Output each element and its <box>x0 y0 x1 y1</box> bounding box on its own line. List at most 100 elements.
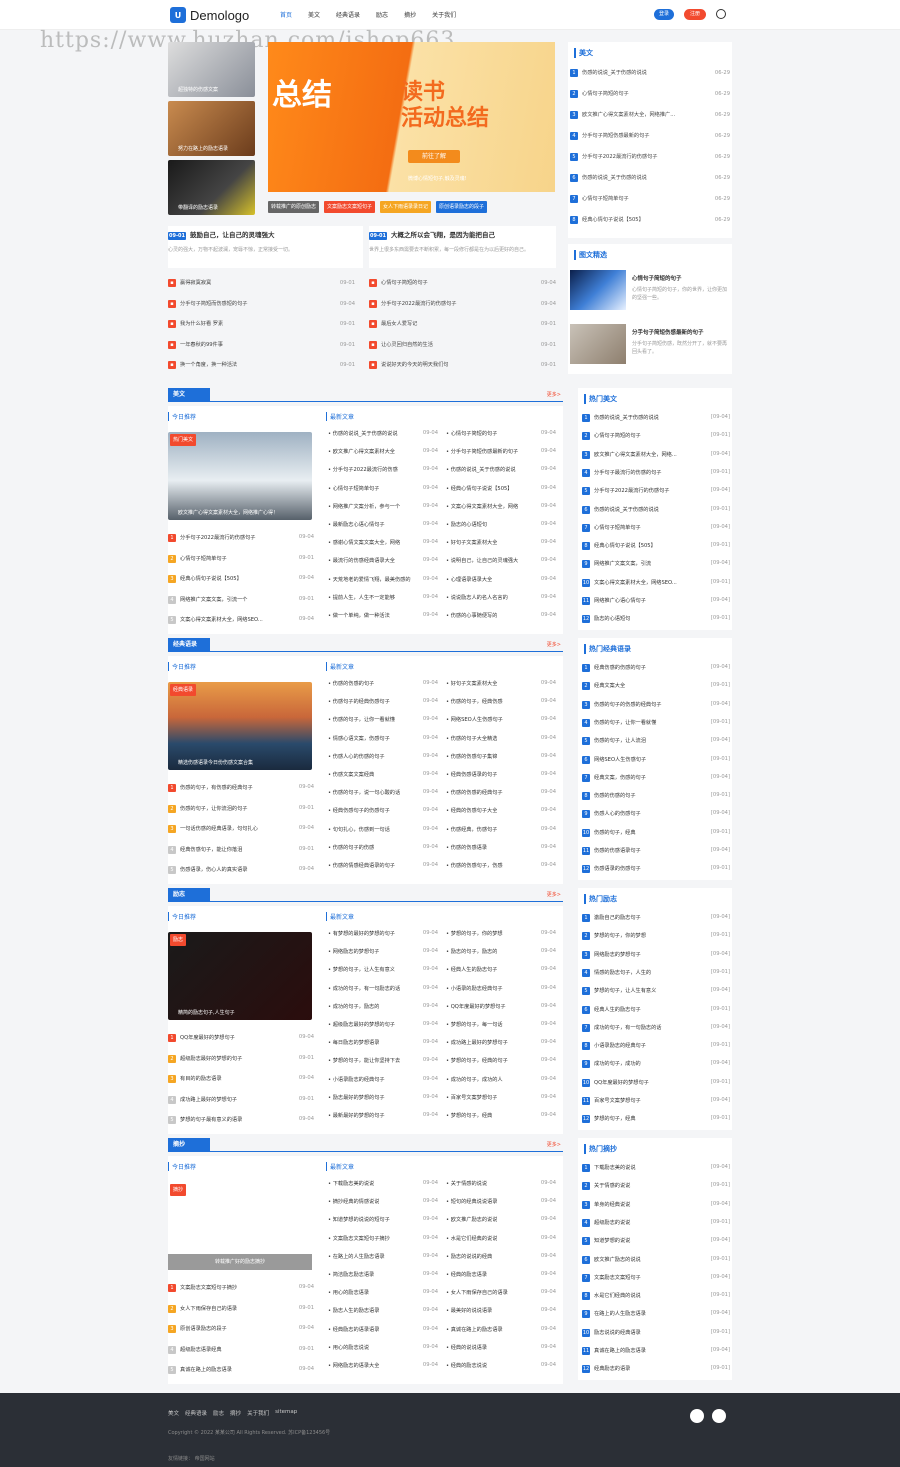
latest-item[interactable]: • 小语录的励志经典句子 09-04 <box>446 985 556 992</box>
latest-item[interactable]: • 伤感的伤感语录 09-04 <box>446 844 556 851</box>
latest-item[interactable]: • 伤感的句子大全精选 09-04 <box>446 735 556 742</box>
latest-item[interactable]: • 用心的励志语录 09-04 <box>328 1289 438 1296</box>
banner-tag[interactable]: 女人下雨语录录日记 <box>380 201 432 213</box>
sidebar-pic-1-title[interactable]: 心情句子简短的句子 <box>632 274 728 282</box>
latest-item[interactable]: • 伤感的句子的伤感 09-04 <box>328 844 438 851</box>
latest-item[interactable]: • 伤感句子的经典伤感句子 09-04 <box>328 698 438 705</box>
sidebar-hot-item[interactable]: 2 心情句子简短的句子 [09-01] <box>582 432 730 441</box>
sidebar-list-item[interactable]: 7 心情句子短简单句子 06-29 <box>570 188 730 209</box>
recommend-item[interactable]: 3 经典心情句子说说【505】 09-04 <box>168 575 314 583</box>
latest-item[interactable]: • 经典的伤感句子大全 09-04 <box>446 807 556 814</box>
sidebar-hot-item[interactable]: 1 激励自己的励志句子 [09-04] <box>582 914 730 922</box>
thumb-1[interactable]: 超独特的伤感文案 <box>168 42 255 97</box>
sidebar-pic-2-title[interactable]: 分手句子简短伤感最新的句子 <box>632 328 728 336</box>
latest-item[interactable]: • 女人下雨保存自己的语录 09-04 <box>446 1289 556 1296</box>
sidebar-hot-item[interactable]: 1 伤感的说说_关于伤感的说说 [09-04] <box>582 414 730 422</box>
latest-item[interactable]: • 伤感的伤感句子集锦 09-04 <box>446 753 556 760</box>
latest-item[interactable]: • 经典伤感语录的句子 09-04 <box>446 771 556 778</box>
sidebar-hot-item[interactable]: 3 伤感的句子的伤感的经典句子 [09-04] <box>582 700 730 709</box>
recommend-item[interactable]: 1 QQ年度最好的梦想句子 09-04 <box>168 1034 314 1042</box>
sidebar-hot-item[interactable]: 8 伤感的伤感的句子 [09-01] <box>582 792 730 801</box>
recommend-item[interactable]: 2 伤感的句子，让你流泪的句子 09-01 <box>168 804 314 813</box>
sidebar-hot-item[interactable]: 9 成功的句子，成功的 [09-04] <box>582 1060 730 1069</box>
sidebar-hot-item[interactable]: 5 梦想的句子，让人生有意义 [09-04] <box>582 987 730 996</box>
latest-item[interactable]: • 欧文推广心得文案素材大全 09-04 <box>328 448 438 455</box>
section-more-link[interactable]: 更多> <box>547 641 561 648</box>
latest-item[interactable]: • 伤感文案文案经典 09-04 <box>328 771 438 778</box>
sidebar-hot-item[interactable]: 4 分手句子最流行的伤感的句子 [09-01] <box>582 468 730 477</box>
nav-meiwen[interactable]: 美文 <box>308 10 320 19</box>
login-button[interactable]: 登录 <box>654 9 674 20</box>
latest-item[interactable]: • 成功路上最好的梦想句子 09-04 <box>446 1039 556 1046</box>
sidebar-list-item[interactable]: 6 伤感的说说_关于伤感的说说 06-29 <box>570 167 730 188</box>
sidebar-list-item[interactable]: 8 经典心情句子说说【505】 06-29 <box>570 209 730 230</box>
latest-item[interactable]: • 心情句子短简单句子 09-04 <box>328 485 438 492</box>
recommend-item[interactable]: 2 超级励志最好的梦想的句子 09-01 <box>168 1054 314 1063</box>
latest-item[interactable]: • 心理语录语录大全 09-04 <box>446 576 556 583</box>
recommend-item[interactable]: 3 原创语录励志的段子 09-04 <box>168 1325 314 1333</box>
latest-item[interactable]: • 有梦想的最好的梦想的句子 09-04 <box>328 930 438 937</box>
sidebar-hot-item[interactable]: 9 伤感人心的伤感句子 [09-04] <box>582 810 730 819</box>
footer-link[interactable]: 励志 <box>213 1409 224 1417</box>
sidebar-hot-item[interactable]: 11 伤感的伤感语录句子 [09-04] <box>582 847 730 855</box>
latest-item[interactable]: • 梦想的句子，能让你坚持下去 09-04 <box>328 1057 438 1064</box>
latest-item[interactable]: • 成功的句子，有一句励志的话 09-04 <box>328 985 438 992</box>
latest-item[interactable]: • 分手句子简短伤感最新的句子 09-04 <box>446 448 556 455</box>
footer-link[interactable]: sitemap <box>275 1409 297 1417</box>
sidebar-hot-item[interactable]: 3 单身的经典说说 [09-04] <box>582 1200 730 1209</box>
recommend-item[interactable]: 2 心情句子短简单句子 09-01 <box>168 554 314 563</box>
hero-banner[interactable]: 总结 读书 活动总结 前往了解 微博心情短句子,触及灵魂! <box>268 42 555 192</box>
latest-item[interactable]: • 经典励志的语录语录 09-04 <box>328 1326 438 1333</box>
latest-item[interactable]: • 梦想的句子，经典的句子 09-04 <box>446 1057 556 1064</box>
latest-item[interactable]: • 伤感的说说_关于伤感的说说 09-04 <box>328 430 438 437</box>
sidebar-hot-item[interactable]: 6 伤感的说说_关于伤感的说说 [09-01] <box>582 505 730 514</box>
latest-item[interactable]: • 提前人生，人生不一定能够 09-04 <box>328 594 438 601</box>
sidebar-list-item[interactable]: 5 分手句子2022最流行的伤感句子 06-29 <box>570 146 730 167</box>
list-item[interactable]: ▪ 赢得寂寞寂寞 09-01 <box>168 273 355 294</box>
section-feature-image[interactable]: 励志 精简的励志句子,人生句子 <box>168 932 312 1020</box>
banner-tag[interactable]: 文案励志文案短句子 <box>324 201 376 213</box>
sidebar-hot-item[interactable]: 2 梦想的句子，你的梦想 [09-01] <box>582 932 730 941</box>
list-item[interactable]: ▪ 一年春秋的99件事 09-01 <box>168 335 355 356</box>
sidebar-hot-item[interactable]: 4 伤感的句子，让你一看就懂 [09-01] <box>582 718 730 727</box>
latest-item[interactable]: • 伤感的伤感的经典句子 09-04 <box>446 789 556 796</box>
list-item[interactable]: ▪ 心情句子简短的句子 09-04 <box>369 273 556 294</box>
section-more-link[interactable]: 更多> <box>547 1141 561 1148</box>
sidebar-hot-item[interactable]: 11 真诚在路上的励志语录 [09-04] <box>582 1347 730 1355</box>
section-feature-image[interactable]: 热门美文 欧文推广心得文案素材大全，网络推广心得！ <box>168 432 312 520</box>
feature-left[interactable]: 09-01 鼓励自己，让自己的灵魂强大 心灵的强大，万物不起波澜，宠辱不惊，正常接… <box>168 226 363 268</box>
footer-link[interactable]: 美文 <box>168 1409 179 1417</box>
section-title[interactable]: 励志 <box>168 888 210 902</box>
sidebar-pic-2[interactable] <box>570 324 626 364</box>
latest-item[interactable]: • 百家号文案梦想句子 09-04 <box>446 1094 556 1101</box>
list-item[interactable]: ▪ 分手句子简短而伤感短的句子 09-04 <box>168 294 355 315</box>
recommend-item[interactable]: 3 有目的的励志语录 09-04 <box>168 1075 314 1083</box>
latest-item[interactable]: • 分手句子2022最流行的伤感 09-04 <box>328 466 438 473</box>
latest-item[interactable]: • 最美好的说说语录 09-04 <box>446 1307 556 1314</box>
search-icon[interactable] <box>716 9 726 19</box>
recommend-item[interactable]: 4 超级励志语录经典 09-01 <box>168 1345 314 1354</box>
section-feature-image[interactable]: 摘抄 <box>168 1182 312 1202</box>
latest-item[interactable]: • 经典的说说语录 09-04 <box>446 1344 556 1351</box>
sidebar-hot-item[interactable]: 7 文案励志文案短句子 [09-04] <box>582 1273 730 1282</box>
sidebar-hot-item[interactable]: 8 水是它们经典的说说 [09-01] <box>582 1292 730 1301</box>
latest-item[interactable]: • 伤感的句子，经典伤感 09-04 <box>446 698 556 705</box>
sidebar-hot-item[interactable]: 2 关于情感的说说 [09-01] <box>582 1182 730 1191</box>
latest-item[interactable]: • QQ年度最好的梦想句子 09-04 <box>446 1003 556 1010</box>
latest-item[interactable]: • 真诚在路上的励志语录 09-04 <box>446 1326 556 1333</box>
latest-item[interactable]: • 励志的心语短句 09-04 <box>446 521 556 528</box>
recommend-item[interactable]: 1 文案励志文案短句子摘抄 09-04 <box>168 1284 314 1292</box>
latest-item[interactable]: • 做一个单纯，做一种活法 09-04 <box>328 612 438 619</box>
footer-link[interactable]: 摘抄 <box>230 1409 241 1417</box>
latest-item[interactable]: • 梦想的句子，每一句话 09-04 <box>446 1021 556 1028</box>
recommend-item[interactable]: 5 文案心得文案素材大全，网络SEO... 09-04 <box>168 616 314 624</box>
latest-item[interactable]: • 最新最好的梦想的句子 09-04 <box>328 1112 438 1119</box>
latest-item[interactable]: • 句句扎心，伤感到一句话 09-04 <box>328 826 438 833</box>
sidebar-hot-item[interactable]: 6 欧文推广励志的说说 [09-01] <box>582 1255 730 1264</box>
list-item[interactable]: ▪ 分手句子2022最流行的伤感句子 09-04 <box>369 294 556 315</box>
recommend-item[interactable]: 5 梦想的句子最有意义的语录 09-04 <box>168 1116 314 1124</box>
sidebar-hot-item[interactable]: 8 小语录励志的经典句子 [09-01] <box>582 1042 730 1051</box>
sidebar-hot-item[interactable]: 7 经典文案，伤感的句子 [09-04] <box>582 773 730 782</box>
latest-item[interactable]: • 经典的励志语录 09-04 <box>446 1271 556 1278</box>
sidebar-hot-item[interactable]: 5 伤感的句子，让人流泪 [09-04] <box>582 737 730 746</box>
